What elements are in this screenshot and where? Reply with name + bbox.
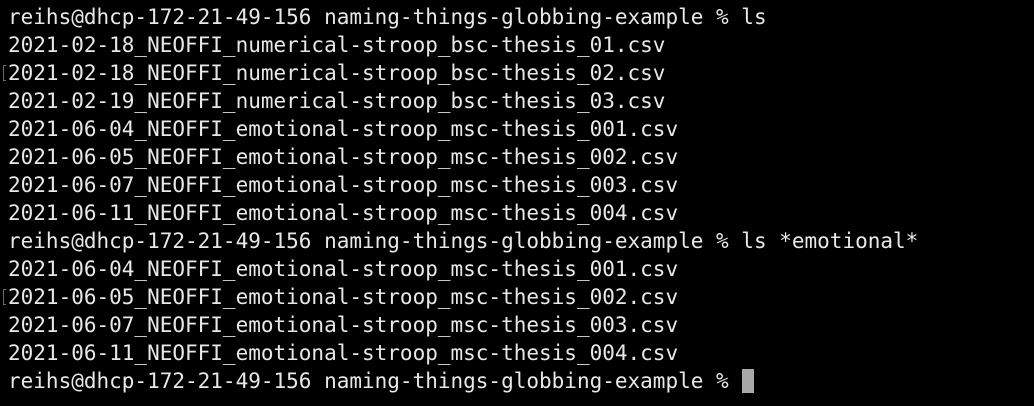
terminal-line-output: 2021-06-05_NEOFFI_emotional-stroop_msc-t… (3, 283, 1034, 311)
line-mark-icon (3, 65, 6, 81)
terminal-line-output: 2021-06-07_NEOFFI_emotional-stroop_msc-t… (8, 173, 679, 197)
terminal-line-output: 2021-06-07_NEOFFI_emotional-stroop_msc-t… (8, 313, 679, 337)
text-cursor (742, 369, 755, 393)
terminal-window[interactable]: reihs@dhcp-172-21-49-156 naming-things-g… (0, 0, 1034, 406)
current-prompt-text: reihs@dhcp-172-21-49-156 naming-things-g… (8, 369, 742, 393)
terminal-line-output: 2021-06-11_NEOFFI_emotional-stroop_msc-t… (8, 341, 679, 365)
output-text: 2021-06-05_NEOFFI_emotional-stroop_msc-t… (8, 285, 679, 309)
terminal-line-output: 2021-06-05_NEOFFI_emotional-stroop_msc-t… (8, 145, 679, 169)
terminal-line-output: 2021-02-18_NEOFFI_numerical-stroop_bsc-t… (3, 59, 1034, 87)
terminal-line-prompt: reihs@dhcp-172-21-49-156 naming-things-g… (8, 5, 767, 29)
terminal-line-output: 2021-02-18_NEOFFI_numerical-stroop_bsc-t… (8, 33, 666, 57)
terminal-line-current-prompt[interactable]: reihs@dhcp-172-21-49-156 naming-things-g… (8, 367, 1034, 395)
output-text: 2021-02-18_NEOFFI_numerical-stroop_bsc-t… (8, 61, 666, 85)
line-mark-icon (3, 289, 6, 305)
terminal-line-prompt: reihs@dhcp-172-21-49-156 naming-things-g… (8, 229, 919, 253)
terminal-line-output: 2021-02-19_NEOFFI_numerical-stroop_bsc-t… (8, 89, 666, 113)
terminal-line-output: 2021-06-04_NEOFFI_emotional-stroop_msc-t… (8, 117, 679, 141)
terminal-line-output: 2021-06-04_NEOFFI_emotional-stroop_msc-t… (8, 257, 679, 281)
terminal-line-output: 2021-06-11_NEOFFI_emotional-stroop_msc-t… (8, 201, 679, 225)
